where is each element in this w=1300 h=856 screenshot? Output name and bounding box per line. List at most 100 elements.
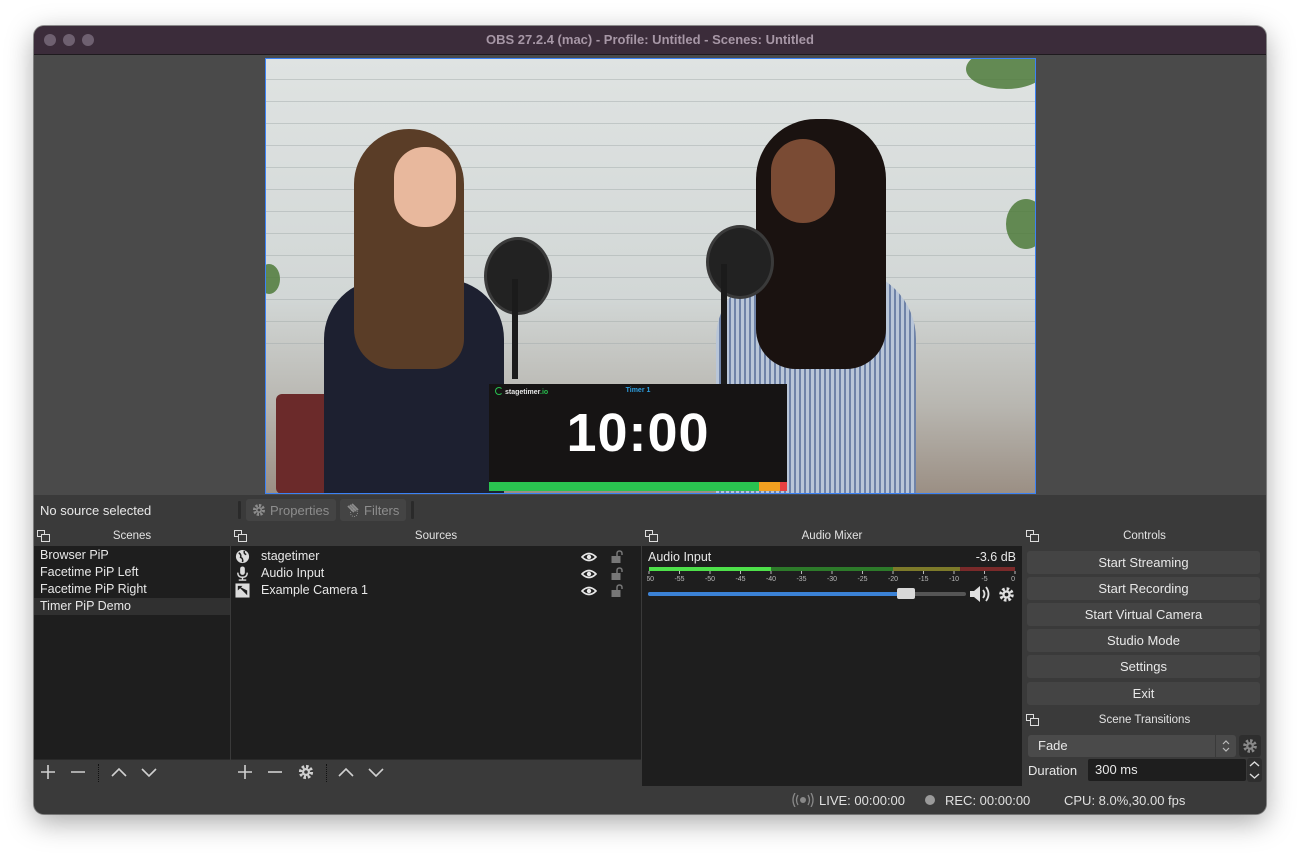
unlock-icon[interactable] bbox=[611, 550, 623, 563]
volume-meter: -60-55-50-45-40-35-30-25-20-15-10-50 bbox=[647, 567, 1016, 583]
microphone-icon bbox=[237, 566, 248, 581]
timer-value: 10:00 bbox=[566, 403, 710, 463]
timer-progress-danger bbox=[779, 482, 787, 491]
eye-icon[interactable] bbox=[581, 569, 597, 579]
channel-level: -3.6 dB bbox=[975, 550, 1016, 564]
scene-item[interactable]: Facetime PiP Right bbox=[34, 581, 230, 598]
window-title: OBS 27.2.4 (mac) - Profile: Untitled - S… bbox=[486, 32, 814, 47]
duration-label: Duration bbox=[1028, 763, 1078, 778]
meter-tick-label: -10 bbox=[949, 576, 959, 583]
scene-transitions-dock-header: Scene Transitions bbox=[1023, 711, 1266, 730]
source-item[interactable]: Example Camera 1 bbox=[231, 582, 641, 599]
selected-source-label: No source selected bbox=[40, 503, 152, 518]
studio-mode-button[interactable]: Studio Mode bbox=[1027, 629, 1260, 652]
source-item[interactable]: stagetimer bbox=[231, 548, 641, 565]
scene-transitions-title: Scene Transitions bbox=[1098, 714, 1191, 726]
meter-tick-label: -50 bbox=[705, 576, 715, 583]
unlock-icon[interactable] bbox=[611, 584, 623, 597]
live-timer: LIVE: 00:00:00 bbox=[819, 793, 906, 808]
meter-tick-label: -25 bbox=[857, 576, 867, 583]
minus-icon bbox=[268, 771, 282, 773]
toolbar-separator bbox=[238, 501, 241, 519]
exit-button[interactable]: Exit bbox=[1027, 682, 1260, 705]
cpu-fps-readout: CPU: 8.0%,30.00 fps bbox=[1064, 793, 1186, 808]
sources-dock: Sources stagetimer Audio Input Example C… bbox=[231, 527, 641, 786]
move-scene-down-button[interactable] bbox=[139, 763, 159, 783]
preview-area: stagetimer.io Timer 1 10:00 bbox=[34, 55, 1266, 495]
transition-properties-button[interactable] bbox=[1239, 735, 1261, 757]
scene-item-selected[interactable]: Timer PiP Demo bbox=[34, 598, 230, 615]
eye-icon[interactable] bbox=[581, 586, 597, 596]
timer-label: Timer 1 bbox=[625, 387, 651, 394]
speaker-icon[interactable] bbox=[969, 585, 993, 603]
start-virtual-camera-button[interactable]: Start Virtual Camera bbox=[1027, 603, 1260, 626]
stepper-arrows-icon[interactable] bbox=[1247, 758, 1262, 782]
meter-tick-label: -20 bbox=[888, 576, 898, 583]
settings-button[interactable]: Settings bbox=[1027, 655, 1260, 678]
controls-title: Controls bbox=[1123, 530, 1166, 542]
add-scene-button[interactable] bbox=[38, 763, 58, 783]
move-source-down-button[interactable] bbox=[366, 763, 386, 783]
sources-dock-header: Sources bbox=[231, 527, 641, 546]
sources-title: Sources bbox=[414, 530, 458, 542]
undock-icon[interactable] bbox=[645, 530, 658, 542]
eye-icon[interactable] bbox=[581, 552, 597, 562]
move-scene-up-button[interactable] bbox=[109, 763, 129, 783]
undock-icon[interactable] bbox=[37, 530, 50, 542]
volume-slider[interactable] bbox=[648, 588, 966, 599]
sources-toolbar bbox=[231, 759, 641, 786]
status-bar: LIVE: 00:00:00 REC: 00:00:00 CPU: 8.0%,3… bbox=[34, 786, 1266, 814]
source-item[interactable]: Audio Input bbox=[231, 565, 641, 582]
gear-icon bbox=[253, 504, 265, 516]
preview-canvas[interactable]: stagetimer.io Timer 1 10:00 bbox=[265, 58, 1036, 494]
source-properties-button[interactable] bbox=[296, 763, 316, 783]
timer-progress-warning bbox=[758, 482, 780, 491]
scene-transitions-dock: Scene Transitions Fade Duration 300 ms bbox=[1023, 711, 1266, 785]
unlock-icon[interactable] bbox=[611, 567, 623, 580]
stagetimer-overlay: stagetimer.io Timer 1 10:00 bbox=[489, 384, 787, 491]
meter-tick-label: -40 bbox=[766, 576, 776, 583]
add-source-button[interactable] bbox=[235, 763, 255, 783]
channel-name: Audio Input bbox=[648, 550, 712, 564]
meter-red-zone bbox=[960, 567, 1015, 571]
volume-slider-handle[interactable] bbox=[896, 588, 915, 599]
source-toolbar: No source selected Properties Filters bbox=[34, 495, 1266, 525]
plant-leaves bbox=[266, 264, 280, 294]
properties-button[interactable]: Properties bbox=[246, 499, 336, 521]
transition-select[interactable]: Fade bbox=[1028, 735, 1236, 757]
toolbar-separator bbox=[98, 764, 100, 782]
undock-icon[interactable] bbox=[1026, 530, 1039, 542]
move-source-up-button[interactable] bbox=[336, 763, 356, 783]
rec-timer: REC: 00:00:00 bbox=[945, 793, 1031, 808]
duration-input[interactable]: 300 ms bbox=[1088, 759, 1246, 781]
meter-tick-label: -30 bbox=[827, 576, 837, 583]
filters-button[interactable]: Filters bbox=[340, 499, 406, 521]
scenes-toolbar bbox=[34, 759, 230, 786]
gear-icon[interactable] bbox=[998, 586, 1015, 603]
duration-stepper[interactable] bbox=[1247, 758, 1262, 782]
scenes-dock: Scenes Browser PiP Facetime PiP Left Fac… bbox=[34, 527, 230, 786]
meter-tick-label: -60 bbox=[647, 576, 654, 583]
scenes-title: Scenes bbox=[112, 530, 152, 542]
minus-icon bbox=[71, 771, 85, 773]
chevron-up-icon bbox=[111, 767, 127, 777]
select-arrows-icon bbox=[1215, 735, 1236, 757]
controls-dock: Controls Start Streaming Start Recording… bbox=[1023, 527, 1266, 710]
undock-icon[interactable] bbox=[1026, 714, 1039, 726]
undock-icon[interactable] bbox=[234, 530, 247, 542]
record-indicator-icon bbox=[925, 795, 935, 805]
scene-item[interactable]: Facetime PiP Left bbox=[34, 564, 230, 581]
start-streaming-button[interactable]: Start Streaming bbox=[1027, 551, 1260, 574]
start-recording-button[interactable]: Start Recording bbox=[1027, 577, 1260, 600]
gear-icon bbox=[298, 764, 314, 780]
remove-scene-button[interactable] bbox=[68, 763, 88, 783]
meter-tick-label: -5 bbox=[981, 576, 987, 583]
globe-icon bbox=[235, 549, 250, 564]
image-icon bbox=[235, 583, 250, 598]
toolbar-separator bbox=[411, 501, 414, 519]
chevron-down-icon bbox=[368, 768, 384, 778]
toolbar-separator bbox=[326, 764, 328, 782]
remove-source-button[interactable] bbox=[265, 763, 285, 783]
microphone-right bbox=[706, 225, 774, 299]
scene-item[interactable]: Browser PiP bbox=[34, 547, 230, 564]
